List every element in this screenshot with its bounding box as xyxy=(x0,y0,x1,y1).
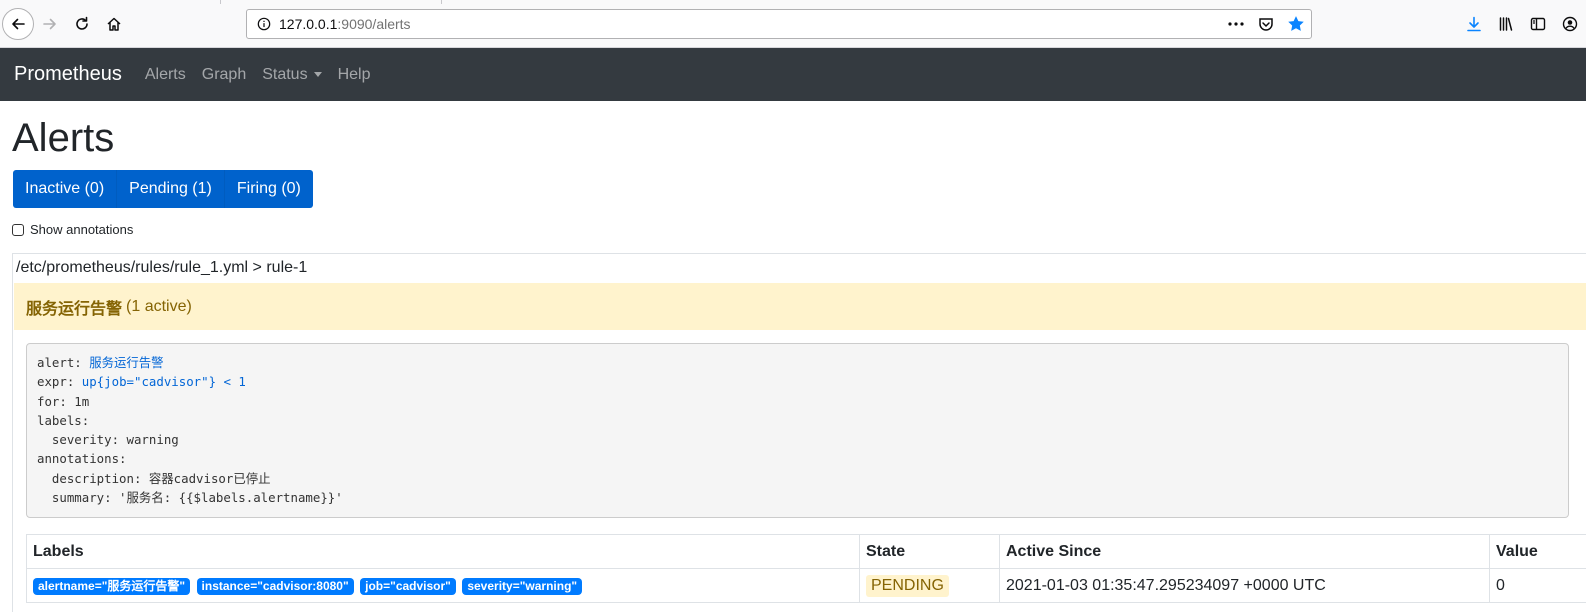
nav-status-dropdown[interactable]: Status xyxy=(262,65,322,84)
page-title: Alerts xyxy=(12,116,115,160)
state-cell: PENDING xyxy=(859,568,1000,603)
back-icon xyxy=(12,18,25,30)
rule-file-path: /etc/prometheus/rules/rule_1.yml > rule-… xyxy=(16,259,308,276)
header-value: Value xyxy=(1489,534,1586,569)
library-icon[interactable] xyxy=(1490,8,1522,40)
bookmark-star-icon[interactable] xyxy=(1285,13,1307,35)
filter-firing-button[interactable]: Firing (0) xyxy=(224,170,313,208)
rule-group: /etc/prometheus/rules/rule_1.yml > rule-… xyxy=(12,253,1586,612)
rule-line-description: description: 容器cadvisor已停止 xyxy=(37,470,271,486)
header-state: State xyxy=(859,534,1000,569)
rule-line-for: for: 1m xyxy=(37,393,90,409)
nav-graph[interactable]: Graph xyxy=(202,66,246,84)
label-badge: instance="cadvisor:8080" xyxy=(196,577,354,595)
info-icon[interactable] xyxy=(255,15,273,33)
header-active-since: Active Since xyxy=(999,534,1490,569)
table-header-row: Labels State Active Since Value xyxy=(26,534,1586,569)
url-path: :9090/alerts xyxy=(337,16,411,32)
pocket-icon[interactable] xyxy=(1255,13,1277,35)
rule-expr-link[interactable]: up{job="cadvisor"} < 1 xyxy=(82,374,246,389)
show-annotations-toggle[interactable]: Show annotations xyxy=(12,222,133,237)
rule-line-annotations: annotations: xyxy=(37,451,127,467)
rule-alert-key: alert: xyxy=(37,355,90,370)
rule-line-severity: severity: warning xyxy=(37,432,179,448)
rule-line-summary: summary: '服务名: {{$labels.alertname}}' xyxy=(37,490,343,506)
alert-header[interactable]: 服务运行告警 (1 active) xyxy=(14,283,1586,330)
forward-button[interactable] xyxy=(34,8,66,40)
forward-icon xyxy=(43,18,56,30)
filter-inactive-button[interactable]: Inactive (0) xyxy=(13,170,118,208)
more-icon[interactable] xyxy=(1225,13,1247,35)
header-labels: Labels xyxy=(26,534,860,569)
table-row: alertname="服务运行告警" instance="cadvisor:80… xyxy=(26,568,1586,603)
reload-icon xyxy=(76,16,88,30)
url-bar[interactable]: 127.0.0.1:9090/alerts xyxy=(246,9,1312,39)
active-alerts-table: Labels State Active Since Value alertnam… xyxy=(26,534,1586,603)
brand-logo[interactable]: Prometheus xyxy=(14,63,122,86)
rule-alert-link[interactable]: 服务运行告警 xyxy=(89,355,163,370)
alert-active-count: (1 active) xyxy=(126,297,192,315)
rule-line-labels: labels: xyxy=(37,412,90,428)
state-filter-group: Inactive (0) Pending (1) Firing (0) xyxy=(13,170,313,208)
alert-name: 服务运行告警 xyxy=(26,300,123,318)
show-annotations-label: Show annotations xyxy=(30,222,134,237)
home-button[interactable] xyxy=(98,8,130,40)
download-icon[interactable] xyxy=(1458,8,1490,40)
reload-button[interactable] xyxy=(66,8,98,40)
labels-cell: alertname="服务运行告警" instance="cadvisor:80… xyxy=(26,568,860,603)
rule-line-expr: expr: up{job="cadvisor"} < 1 xyxy=(37,372,1558,391)
show-annotations-checkbox[interactable] xyxy=(12,223,24,236)
active-tab-edge xyxy=(220,0,442,4)
label-badge: job="cadvisor" xyxy=(360,577,456,595)
label-badge: severity="warning" xyxy=(462,577,583,595)
active-since-cell: 2021-01-03 01:35:47.295234097 +0000 UTC xyxy=(999,568,1490,603)
rule-line-alert: alert: 服务运行告警 xyxy=(37,353,1558,372)
top-navbar: Prometheus Alerts Graph Status Help xyxy=(0,48,1586,101)
value-cell: 0 xyxy=(1489,568,1586,603)
rule-expr-key: expr: xyxy=(37,374,82,390)
account-icon[interactable] xyxy=(1554,8,1586,40)
label-badge: alertname="服务运行告警" xyxy=(33,577,191,595)
url-host: 127.0.0.1 xyxy=(279,16,338,32)
url-text[interactable]: 127.0.0.1:9090/alerts xyxy=(279,16,411,32)
home-icon xyxy=(107,17,121,31)
back-button[interactable] xyxy=(2,8,34,40)
browser-toolbar: 127.0.0.1:9090/alerts xyxy=(0,0,1586,48)
nav-help[interactable]: Help xyxy=(338,66,371,84)
caret-down-icon xyxy=(313,72,322,77)
rule-definition: alert: 服务运行告警 expr: up{job="cadvisor"} < … xyxy=(26,343,1569,518)
state-badge: PENDING xyxy=(866,574,949,597)
nav-alerts[interactable]: Alerts xyxy=(145,66,186,84)
nav-status-label: Status xyxy=(262,65,308,83)
filter-pending-button[interactable]: Pending (1) xyxy=(117,170,225,208)
sidebar-icon[interactable] xyxy=(1522,8,1554,40)
